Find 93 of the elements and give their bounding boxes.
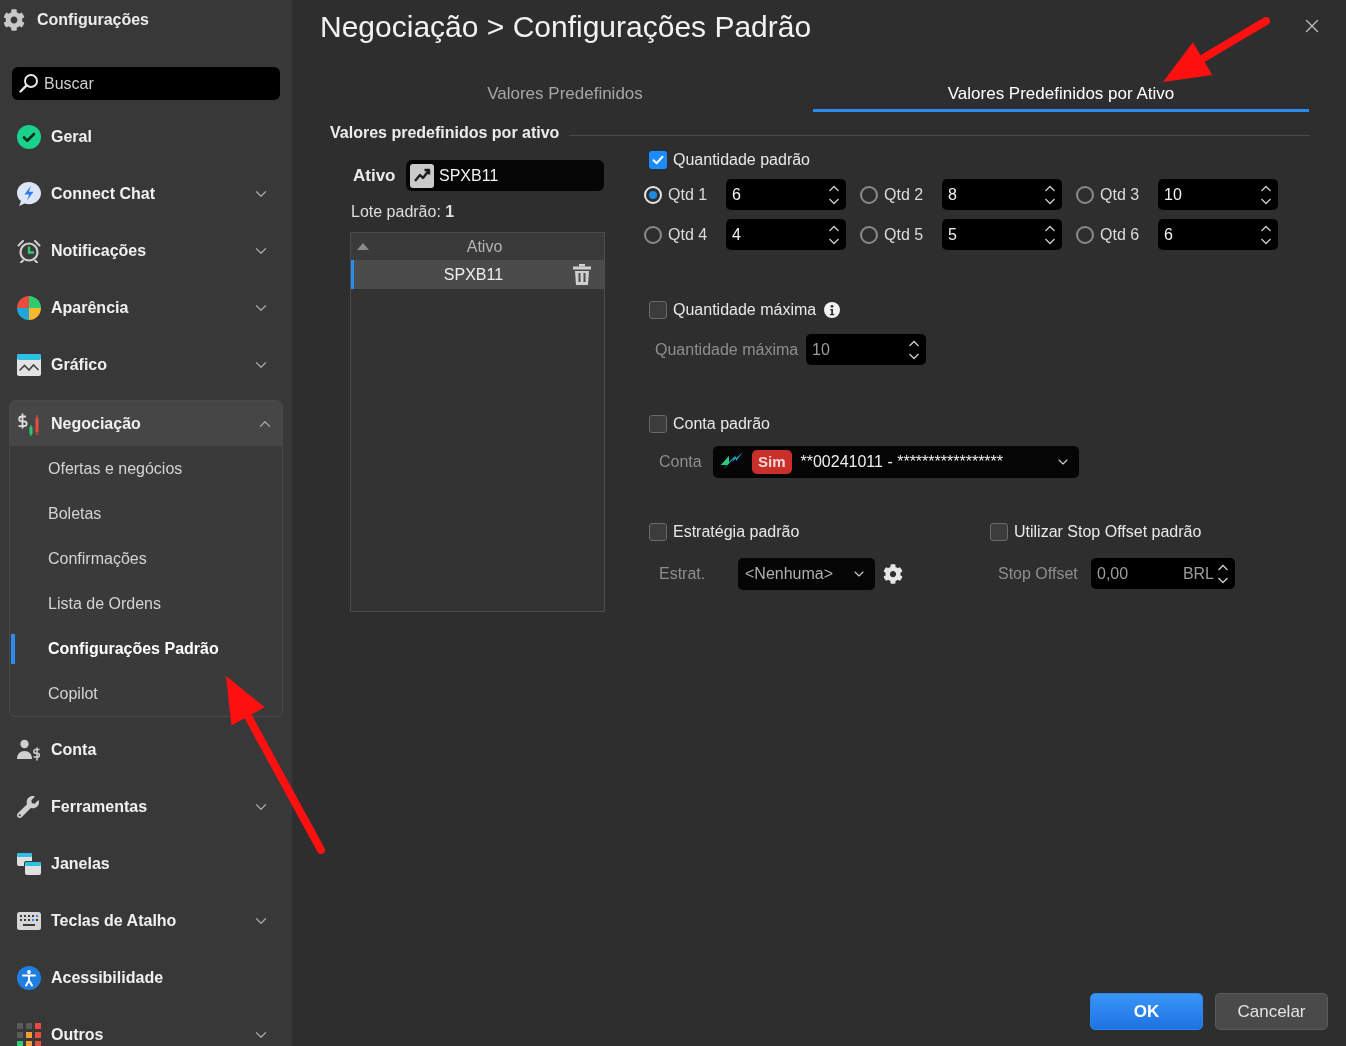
- field-label: Estrat.: [659, 564, 707, 584]
- submenu-item[interactable]: Lista de Ordens: [10, 581, 282, 626]
- number-field[interactable]: 6: [1158, 219, 1278, 250]
- sidebar-item[interactable]: Geral: [0, 108, 292, 165]
- checkbox-label[interactable]: Quantidade máxima: [673, 298, 817, 322]
- checkbox[interactable]: [649, 415, 667, 433]
- checkbox[interactable]: [649, 151, 667, 169]
- windows-icon: [17, 851, 41, 876]
- accessibility-icon: [17, 965, 41, 990]
- sidebar-title: Configurações: [37, 10, 149, 30]
- color-wheel-icon: [17, 295, 41, 320]
- sidebar-item[interactable]: Connect Chat: [0, 165, 292, 222]
- spin-arrows-icon[interactable]: [1260, 223, 1272, 246]
- radio-button[interactable]: [1076, 225, 1094, 244]
- settings-icon: [3, 9, 25, 31]
- person-dollar-icon: [17, 738, 41, 761]
- radio-label[interactable]: Qtd 3: [1100, 182, 1158, 207]
- checkbox-label[interactable]: Estratégia padrão: [673, 520, 800, 544]
- info-icon[interactable]: [824, 302, 841, 318]
- radio-label[interactable]: Qtd 2: [884, 182, 942, 207]
- submenu-item[interactable]: Copilot: [10, 671, 282, 716]
- radio-label[interactable]: Qtd 5: [884, 222, 942, 247]
- field-label: Quantidade máxima: [655, 339, 800, 360]
- spin-arrows-icon[interactable]: [1217, 562, 1229, 585]
- radio-button[interactable]: [1076, 185, 1094, 204]
- page-title: Negociação > Configurações Padrão: [320, 8, 812, 45]
- sidebar-item[interactable]: Janelas: [0, 835, 292, 892]
- radio-button[interactable]: [860, 225, 878, 244]
- account-dropdown[interactable]: Sim **00241011 - *****************: [713, 446, 1079, 478]
- checkbox-label[interactable]: Conta padrão: [673, 412, 770, 436]
- lot-size-text: Lote padrão: 1: [351, 202, 455, 222]
- ok-button[interactable]: OK: [1090, 993, 1203, 1030]
- spin-arrows-icon[interactable]: [1260, 183, 1272, 206]
- sidebar-item[interactable]: Acessibilidade: [0, 949, 292, 1006]
- field-label: Stop Offset: [998, 563, 1079, 584]
- chat-bubble-icon: [17, 181, 41, 206]
- app-grid-icon: [17, 1022, 41, 1046]
- list-row[interactable]: SPXB11: [351, 260, 604, 289]
- spin-arrows-icon[interactable]: [1044, 223, 1056, 246]
- wrench-icon: [17, 795, 39, 818]
- sidebar-item[interactable]: Outros: [0, 1006, 292, 1046]
- checkbox[interactable]: [649, 523, 667, 541]
- keyboard-icon: [17, 911, 41, 930]
- radio-label[interactable]: Qtd 1: [668, 182, 726, 207]
- number-field[interactable]: 0,00 BRL: [1091, 558, 1235, 589]
- submenu-item[interactable]: Ofertas e negócios: [10, 446, 282, 491]
- checkbox-label[interactable]: Quantidade padrão: [673, 148, 810, 172]
- spin-arrows-icon[interactable]: [1044, 183, 1056, 206]
- radio-label[interactable]: Qtd 4: [668, 222, 726, 247]
- submenu-item[interactable]: Configurações Padrão: [10, 626, 282, 671]
- sidebar-item[interactable]: Conta: [0, 721, 292, 778]
- spin-arrows-icon[interactable]: [828, 223, 840, 246]
- sidebar-item[interactable]: Ferramentas: [0, 778, 292, 835]
- cancel-button[interactable]: Cancelar: [1215, 993, 1328, 1030]
- radio-button[interactable]: [644, 225, 662, 244]
- number-field[interactable]: 10: [806, 334, 926, 365]
- field-label: Ativo: [353, 164, 397, 187]
- spin-arrows-icon[interactable]: [828, 183, 840, 206]
- sidebar-item[interactable]: Negociação: [10, 401, 282, 446]
- column-header[interactable]: Ativo: [351, 233, 604, 260]
- sidebar-item[interactable]: Teclas de Atalho: [0, 892, 292, 949]
- sort-up-icon: [357, 243, 369, 250]
- submenu-item[interactable]: Confirmações: [10, 536, 282, 581]
- checkbox[interactable]: [649, 301, 667, 319]
- sidebar-item[interactable]: Notificações: [0, 222, 292, 279]
- submenu-item[interactable]: Boletas: [10, 491, 282, 536]
- sidebar-item[interactable]: Gráfico: [0, 336, 292, 393]
- account-type-badge: Sim: [752, 450, 792, 474]
- radio-button[interactable]: [860, 185, 878, 204]
- spin-arrows-icon[interactable]: [908, 338, 920, 361]
- checkbox-label[interactable]: Utilizar Stop Offset padrão: [1014, 520, 1202, 544]
- number-field[interactable]: 4: [726, 219, 846, 250]
- settings-icon[interactable]: [883, 564, 903, 584]
- dollar-candles-icon: [17, 411, 41, 436]
- checkbox[interactable]: [990, 523, 1008, 541]
- field-label: Conta: [659, 452, 703, 472]
- radio-label[interactable]: Qtd 6: [1100, 222, 1158, 247]
- check-circle-icon: [17, 124, 41, 149]
- asset-field[interactable]: SPXB11: [406, 160, 604, 191]
- number-field[interactable]: 6: [726, 179, 846, 210]
- strategy-dropdown[interactable]: <Nenhuma>: [738, 558, 875, 590]
- trash-icon[interactable]: [573, 264, 591, 285]
- sidebar-item[interactable]: Aparência: [0, 279, 292, 336]
- alarm-clock-icon: [17, 238, 41, 263]
- line-chart-window-icon: [17, 353, 41, 376]
- search-field[interactable]: Buscar: [12, 67, 280, 100]
- number-field[interactable]: 8: [942, 179, 1062, 210]
- tab[interactable]: Valores Predefinidos: [317, 75, 813, 112]
- trend-arrow-tile-icon: [410, 163, 434, 188]
- number-field[interactable]: 5: [942, 219, 1062, 250]
- number-field[interactable]: 10: [1158, 179, 1278, 210]
- section-title: Valores predefinidos por ativo: [330, 123, 560, 143]
- search-icon: [19, 73, 39, 93]
